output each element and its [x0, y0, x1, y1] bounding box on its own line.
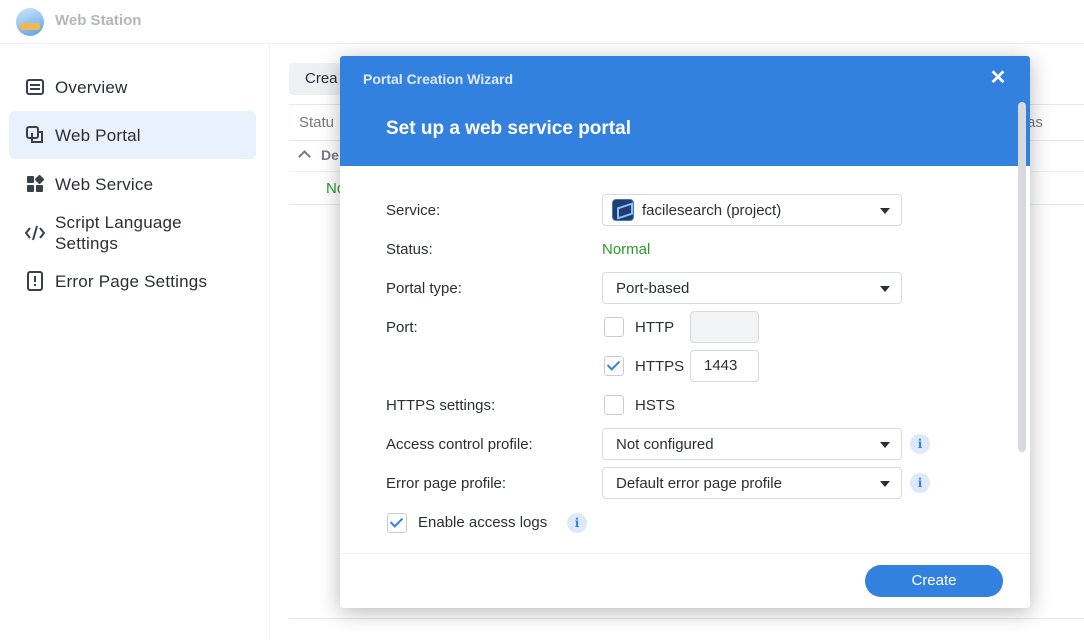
- divider: [340, 553, 1030, 554]
- checkmark-icon: [389, 514, 404, 528]
- caret-down-icon: [880, 286, 890, 292]
- http-port-input[interactable]: [690, 311, 759, 343]
- chevron-up-icon: [298, 150, 311, 163]
- portal-creation-dialog: Portal Creation Wizard ✕ Set up a web se…: [340, 56, 1030, 608]
- sidebar-item-label: Web Portal: [55, 126, 141, 145]
- checkmark-icon: [606, 357, 621, 371]
- service-logo-icon: [612, 199, 634, 221]
- grid-icon: [24, 173, 46, 195]
- sidebar-item-label: Script Language Settings: [55, 213, 182, 253]
- info-icon[interactable]: i: [910, 473, 930, 493]
- sidebar-item-error-page[interactable]: Error Page Settings: [9, 260, 256, 302]
- divider: [289, 618, 1084, 619]
- http-label: HTTP: [635, 319, 675, 336]
- service-value: facilesearch (project): [642, 202, 782, 219]
- access-logs-label: Enable access logs: [418, 514, 548, 531]
- https-port-input[interactable]: 1443: [690, 350, 759, 382]
- error-icon: [24, 270, 46, 292]
- error-page-select[interactable]: Default error page profile: [602, 467, 902, 499]
- portal-type-select[interactable]: Port-based: [602, 272, 902, 304]
- sidebar-item-script-language[interactable]: Script Language Settings: [9, 208, 256, 258]
- info-icon[interactable]: i: [910, 434, 930, 454]
- sidebar: Overview Web Portal Web Service Script L…: [0, 44, 270, 640]
- status-value: Normal: [602, 241, 651, 258]
- hsts-checkbox[interactable]: [604, 395, 624, 415]
- column-header-status[interactable]: Statu: [299, 114, 334, 131]
- close-icon[interactable]: ✕: [988, 68, 1008, 88]
- status-label: Status:: [386, 241, 433, 258]
- sidebar-item-label: Web Service: [55, 175, 154, 194]
- caret-down-icon: [880, 442, 890, 448]
- caret-down-icon: [880, 208, 890, 214]
- group-header[interactable]: De: [298, 147, 339, 163]
- create-button[interactable]: Create: [865, 565, 1003, 597]
- error-page-value: Default error page profile: [616, 475, 782, 492]
- access-control-label: Access control profile:: [386, 436, 533, 453]
- https-label: HTTPS: [635, 358, 685, 375]
- scrollbar[interactable]: [1018, 102, 1026, 452]
- sidebar-item-label: Error Page Settings: [55, 272, 208, 291]
- https-settings-label: HTTPS settings:: [386, 397, 496, 414]
- window-titlebar: Web Station: [0, 0, 1084, 44]
- list-icon: [24, 76, 46, 98]
- code-icon: [24, 222, 46, 244]
- hsts-label: HSTS: [635, 397, 676, 414]
- info-icon[interactable]: i: [567, 513, 587, 533]
- wizard-title: Portal Creation Wizard: [363, 71, 514, 87]
- sidebar-item-label: Overview: [55, 78, 128, 97]
- port-label: Port:: [386, 319, 418, 336]
- http-checkbox[interactable]: [604, 317, 624, 337]
- access-control-value: Not configured: [616, 436, 714, 453]
- dialog-header: Portal Creation Wizard ✕ Set up a web se…: [340, 56, 1030, 166]
- portal-type-label: Portal type:: [386, 280, 462, 297]
- app-title: Web Station: [55, 12, 142, 29]
- caret-down-icon: [880, 481, 890, 487]
- access-control-select[interactable]: Not configured: [602, 428, 902, 460]
- error-page-label: Error page profile:: [386, 475, 507, 492]
- sidebar-item-overview[interactable]: Overview: [9, 66, 256, 108]
- sidebar-item-web-service[interactable]: Web Service: [9, 162, 256, 204]
- service-select[interactable]: facilesearch (project): [602, 194, 902, 226]
- access-logs-checkbox[interactable]: [387, 513, 407, 533]
- portal-type-value: Port-based: [616, 280, 690, 297]
- dialog-title: Set up a web service portal: [386, 118, 631, 139]
- https-checkbox[interactable]: [604, 356, 624, 376]
- portal-icon: [24, 124, 46, 146]
- web-station-logo-icon: [16, 8, 44, 36]
- group-label: De: [321, 147, 339, 163]
- sidebar-item-web-portal[interactable]: Web Portal: [9, 111, 256, 159]
- service-label: Service:: [386, 202, 441, 219]
